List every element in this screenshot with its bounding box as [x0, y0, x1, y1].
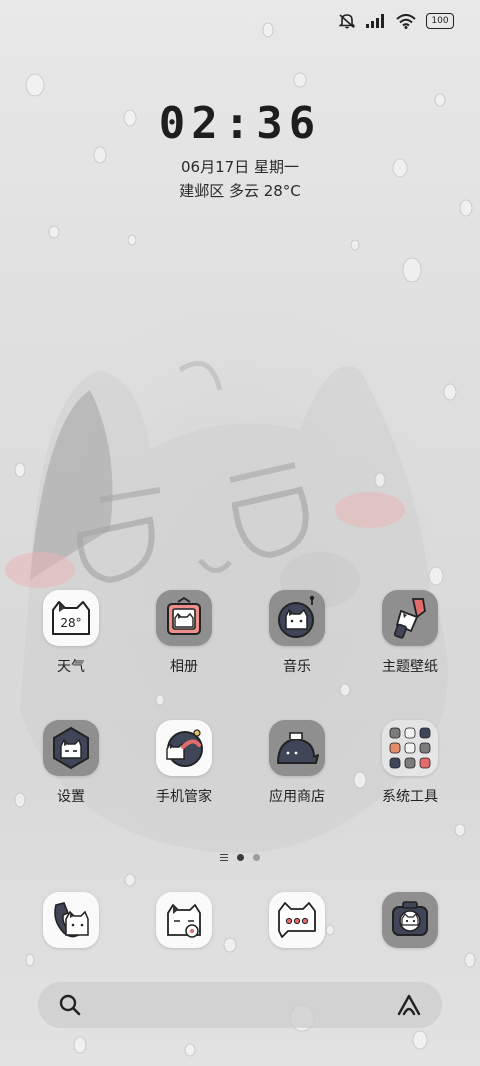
folder-icon[interactable] — [382, 720, 438, 776]
app-label: 天气 — [57, 659, 85, 675]
svg-text:28°: 28° — [60, 616, 81, 630]
app-gallery[interactable]: 相册 — [134, 590, 234, 676]
search-icon[interactable] — [58, 993, 82, 1017]
assistant-icon[interactable] — [396, 994, 422, 1016]
app-settings[interactable]: 设置 — [21, 720, 121, 806]
app-music[interactable]: 音乐 — [247, 590, 347, 676]
app-label: 主题壁纸 — [382, 659, 438, 675]
app-label: 手机管家 — [156, 789, 212, 805]
signal-icon — [366, 14, 384, 28]
app-list-icon[interactable] — [220, 854, 228, 861]
gallery-cat-icon[interactable] — [156, 590, 212, 646]
app-label: 音乐 — [283, 659, 311, 675]
store-cat-icon[interactable] — [269, 720, 325, 776]
app-system-tools-folder[interactable]: 系统工具 — [360, 720, 460, 806]
mute-icon — [338, 14, 356, 29]
settings-cat-icon[interactable] — [43, 720, 99, 776]
phone-cat-icon[interactable] — [43, 892, 99, 948]
lockscreen-date: 06月17日 星期一 — [181, 158, 299, 176]
dock-messages[interactable] — [247, 892, 347, 948]
app-theme[interactable]: 主题壁纸 — [360, 590, 460, 676]
app-label: 系统工具 — [382, 789, 438, 805]
page-dot[interactable] — [237, 854, 244, 861]
battery-icon: 100 — [426, 13, 454, 29]
app-security[interactable]: 手机管家 — [134, 720, 234, 806]
dock-phone[interactable] — [21, 892, 121, 948]
search-bar[interactable] — [38, 982, 442, 1028]
camera-cat-icon[interactable] — [382, 892, 438, 948]
dock-camera[interactable] — [360, 892, 460, 948]
app-label: 设置 — [57, 789, 85, 805]
weather-cat-icon[interactable]: 28° — [43, 590, 99, 646]
page-dot[interactable] — [253, 854, 260, 861]
app-label: 应用商店 — [269, 789, 325, 805]
lockscreen-weather: 建邺区 多云 28°C — [179, 182, 301, 200]
security-cat-icon[interactable] — [156, 720, 212, 776]
music-cat-icon[interactable] — [269, 590, 325, 646]
dock-contacts[interactable] — [134, 892, 234, 948]
app-weather[interactable]: 28° 天气 — [21, 590, 121, 676]
messages-cat-icon[interactable] — [269, 892, 325, 948]
app-label: 相册 — [170, 659, 198, 675]
wifi-icon — [396, 13, 416, 29]
app-store[interactable]: 应用商店 — [247, 720, 347, 806]
lockscreen-time: 02:36 — [158, 98, 322, 149]
theme-brush-icon[interactable] — [382, 590, 438, 646]
page-indicator[interactable] — [0, 854, 480, 861]
contacts-cat-icon[interactable] — [156, 892, 212, 948]
status-bar: 100 — [338, 10, 454, 32]
